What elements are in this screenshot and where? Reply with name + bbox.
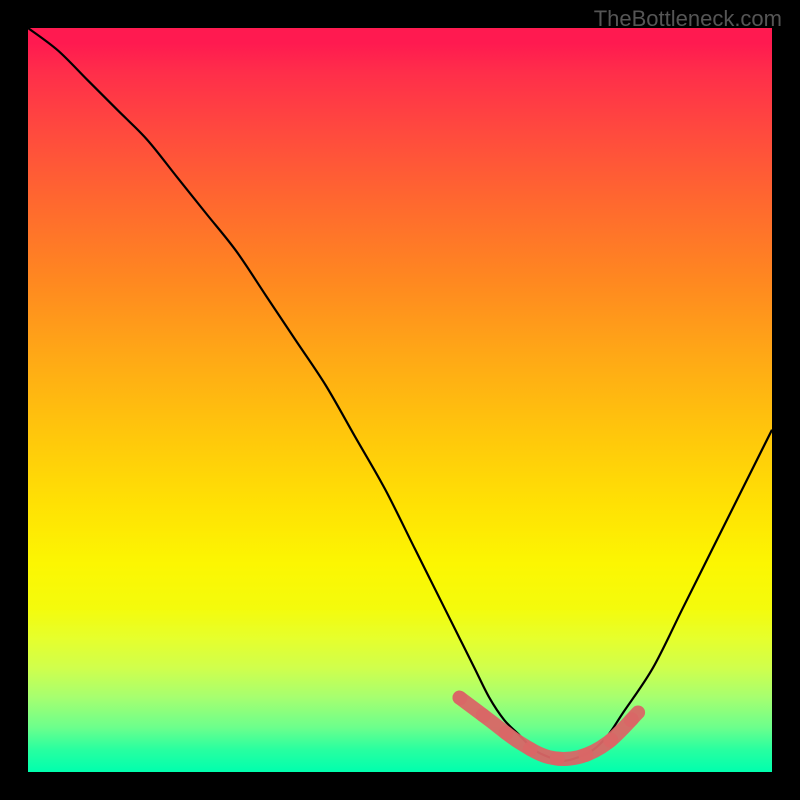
optimal-highlight — [460, 698, 639, 759]
plot-area — [28, 28, 772, 772]
chart-container: TheBottleneck.com — [0, 0, 800, 800]
curve-svg — [28, 28, 772, 772]
optimal-highlight-dots — [460, 698, 639, 759]
watermark-text: TheBottleneck.com — [594, 6, 782, 32]
bottleneck-curve — [28, 28, 772, 761]
